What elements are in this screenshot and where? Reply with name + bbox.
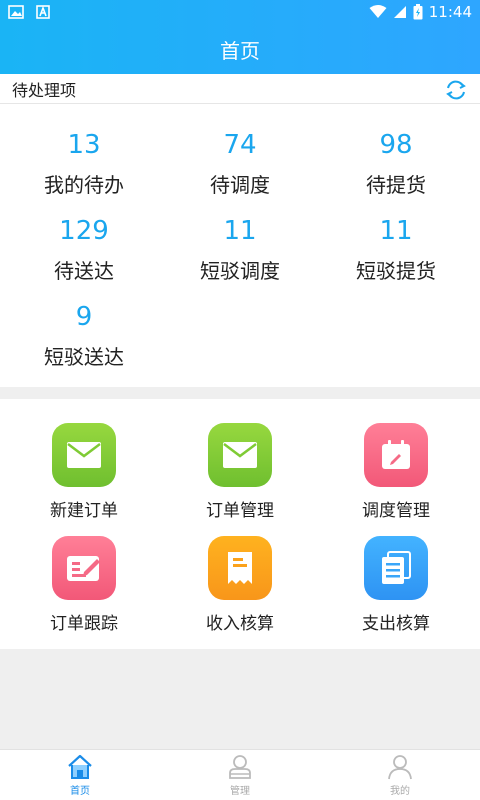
pending-item-shuttle-dispatch[interactable]: 11 短驳调度: [160, 214, 320, 294]
pending-label: 待调度: [210, 173, 270, 197]
pending-section-header: 待处理项: [0, 74, 480, 104]
pending-count: 11: [223, 216, 257, 246]
shortcut-label: 订单管理: [206, 501, 274, 521]
pending-item-shuttle-pickup[interactable]: 11 短驳提货: [316, 214, 476, 294]
pending-item-my-todo[interactable]: 13 我的待办: [4, 128, 164, 208]
pending-item-shuttle-deliver[interactable]: 9 短驳送达: [4, 300, 164, 380]
tab-home[interactable]: 首页: [0, 750, 160, 800]
pending-label: 短驳调度: [200, 259, 280, 283]
signal-icon: [393, 6, 406, 18]
envelope-icon: [52, 423, 116, 487]
status-bar: 11:44: [0, 0, 480, 24]
tab-label: 我的: [390, 785, 410, 797]
edit-card-icon: [52, 536, 116, 600]
documents-icon: [364, 536, 428, 600]
pending-count: 13: [67, 130, 101, 160]
pending-stats-panel: 13 我的待办 74 待调度 98 待提货 129 待送达 11 短驳调度 11…: [0, 104, 480, 387]
app-header: 11:44 首页: [0, 0, 480, 74]
receipt-icon: [208, 536, 272, 600]
refresh-icon[interactable]: [444, 78, 468, 102]
envelope-icon: [208, 423, 272, 487]
shortcut-grid: 新建订单 订单管理 调度管理 订单跟踪 收入核算 支出核算: [0, 399, 480, 649]
shortcut-label: 订单跟踪: [50, 614, 118, 634]
pending-label: 短驳送达: [44, 345, 124, 369]
shortcut-new-order[interactable]: 新建订单: [4, 423, 164, 523]
bottom-tab-bar: 首页 管理 我的: [0, 749, 480, 800]
tab-label: 首页: [70, 785, 90, 797]
tab-label: 管理: [230, 785, 250, 797]
pending-label: 短驳提货: [356, 259, 436, 283]
shortcut-order-tracking[interactable]: 订单跟踪: [4, 536, 164, 636]
pending-label: 待送达: [54, 259, 114, 283]
shortcut-label: 支出核算: [362, 614, 430, 634]
home-icon: [68, 754, 92, 779]
status-time: 11:44: [428, 3, 472, 21]
pending-item-to-deliver[interactable]: 129 待送达: [4, 214, 164, 294]
tab-manage[interactable]: 管理: [160, 750, 320, 800]
wifi-icon: [369, 5, 387, 18]
shortcut-label: 调度管理: [362, 501, 430, 521]
app-notification-icon: [36, 5, 50, 19]
profile-icon: [388, 754, 412, 779]
pending-count: 129: [59, 216, 109, 246]
image-notification-icon: [8, 5, 24, 19]
shortcut-income-accounting[interactable]: 收入核算: [160, 536, 320, 636]
shortcut-expense-accounting[interactable]: 支出核算: [316, 536, 476, 636]
pending-item-to-pickup[interactable]: 98 待提货: [316, 128, 476, 208]
pending-item-to-dispatch[interactable]: 74 待调度: [160, 128, 320, 208]
pending-section-title: 待处理项: [12, 80, 77, 100]
pending-count: 11: [379, 216, 413, 246]
pending-label: 我的待办: [44, 173, 124, 197]
pending-label: 待提货: [366, 173, 426, 197]
tab-profile[interactable]: 我的: [320, 750, 480, 800]
pending-count: 9: [75, 302, 93, 332]
calendar-edit-icon: [364, 423, 428, 487]
pending-count: 98: [379, 130, 413, 160]
shortcut-order-management[interactable]: 订单管理: [160, 423, 320, 523]
shortcut-dispatch-management[interactable]: 调度管理: [316, 423, 476, 523]
manage-icon: [229, 754, 251, 779]
shortcut-label: 新建订单: [50, 501, 118, 521]
page-title: 首页: [220, 38, 260, 63]
shortcut-label: 收入核算: [206, 614, 274, 634]
pending-count: 74: [223, 130, 257, 160]
battery-icon: [413, 4, 423, 20]
